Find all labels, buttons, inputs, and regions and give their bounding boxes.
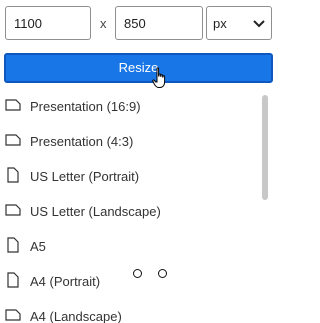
unit-select[interactable]: px [206,6,272,40]
preset-label: US Letter (Portrait) [30,169,140,184]
height-input[interactable] [115,6,203,40]
dimension-separator: x [100,16,107,31]
preset-label: A4 (Portrait) [30,274,101,289]
preset-item[interactable]: US Letter (Portrait) [0,159,260,194]
size-row: x px [5,6,272,42]
circle-marker [158,269,167,278]
preset-label: US Letter (Landscape) [30,204,161,219]
scrollbar-thumb[interactable] [262,95,268,200]
preset-item[interactable]: US Letter (Landscape) [0,194,260,229]
circle-marker [133,269,142,278]
resize-button[interactable]: Resize [4,53,273,83]
preset-item[interactable]: A4 (Landscape) [0,299,260,323]
preset-item[interactable]: A4 (Portrait) [0,264,260,299]
preset-label: A4 (Landscape) [30,309,122,323]
preset-list: Presentation (16:9) Presentation (4:3) US … [0,89,262,323]
preset-label: Presentation (16:9) [30,99,141,114]
preset-item[interactable]: Presentation (4:3) [0,124,260,159]
hand-cursor-icon [152,67,166,88]
preset-item[interactable]: A5 [0,229,260,264]
preset-item[interactable]: Presentation (16:9) [0,89,260,124]
unit-value: px [213,16,227,31]
preset-label: Presentation (4:3) [30,134,134,149]
chevron-down-icon [253,20,265,28]
width-input[interactable] [5,6,91,40]
preset-label: A5 [30,239,46,254]
